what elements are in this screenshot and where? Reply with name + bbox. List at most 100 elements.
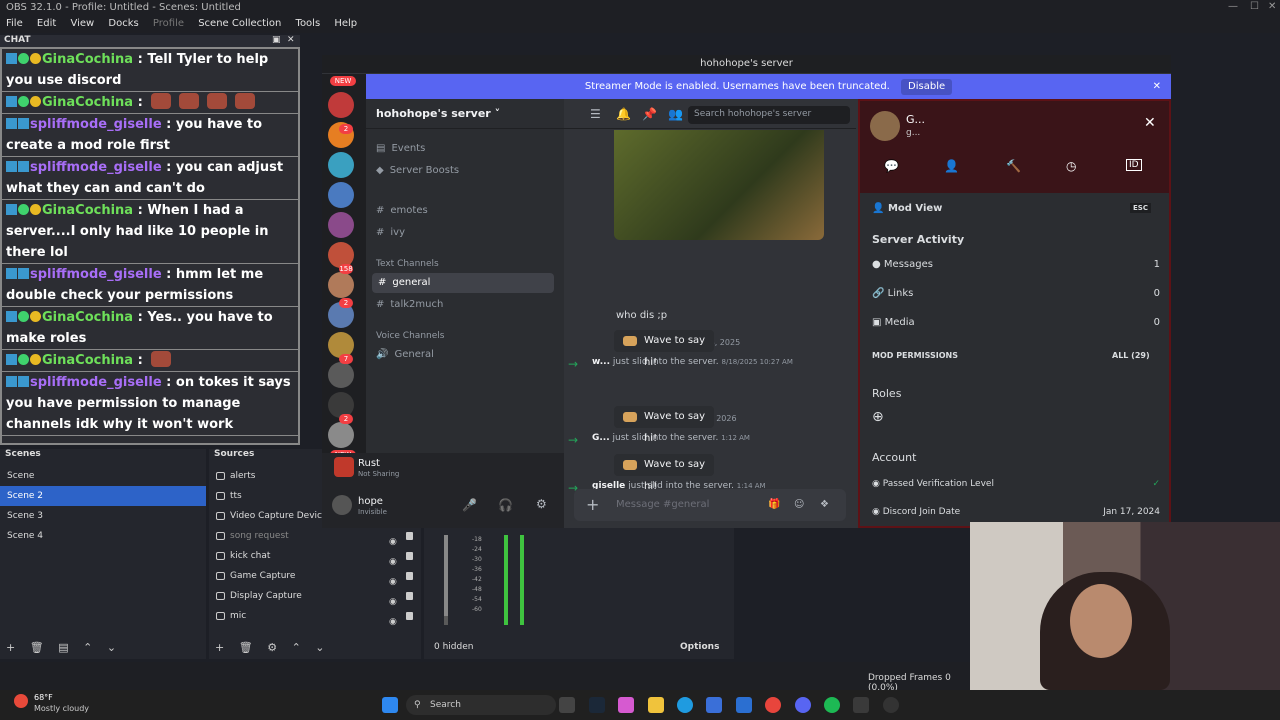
menu-file[interactable]: File xyxy=(6,18,23,29)
plus-icon[interactable]: + xyxy=(586,489,599,521)
microphone-icon[interactable]: 🎤 xyxy=(462,498,477,512)
eye-icon[interactable]: ◉ xyxy=(389,612,397,632)
headphones-icon[interactable]: 🎧 xyxy=(498,498,513,512)
mod-permissions-row[interactable]: MOD PERMISSIONS ALL (29) xyxy=(872,351,1150,360)
scene-item[interactable]: Scene 4 xyxy=(0,526,206,546)
server-name[interactable]: hohohope's server ˅ xyxy=(366,99,564,129)
apps-icon[interactable]: ❖ xyxy=(820,489,829,521)
server-icon[interactable] xyxy=(328,422,354,448)
avatar[interactable] xyxy=(870,111,900,141)
emoji-icon[interactable]: ☺ xyxy=(794,489,804,521)
mail-icon[interactable] xyxy=(736,697,752,713)
media-row[interactable]: ▣ Media 0 xyxy=(872,317,1160,328)
menu-tools[interactable]: Tools xyxy=(296,18,321,29)
move-up-button[interactable]: ⌃ xyxy=(83,641,92,654)
taskbar-search[interactable]: ⚲ Search xyxy=(406,695,556,715)
add-scene-button[interactable]: + xyxy=(6,641,15,654)
server-icon[interactable] xyxy=(328,182,354,208)
scene-item[interactable]: Scene xyxy=(0,466,206,486)
lock-icon[interactable] xyxy=(406,572,413,580)
image-attachment[interactable] xyxy=(614,130,824,240)
events-item[interactable]: ▤ Events xyxy=(376,143,425,154)
scene-item[interactable]: Scene 3 xyxy=(0,506,206,526)
app-icon[interactable] xyxy=(618,697,634,713)
chat-username[interactable]: spliffmode_giselle xyxy=(30,267,162,282)
voice-channel-general[interactable]: 🔊 General xyxy=(376,349,434,360)
remove-scene-button[interactable]: 🗑 xyxy=(30,641,44,654)
chat-username[interactable]: GinaCochina xyxy=(42,203,133,218)
edge-icon[interactable] xyxy=(677,697,693,713)
chat-username[interactable]: GinaCochina xyxy=(42,310,133,325)
settings-icon[interactable]: ⚙ xyxy=(536,497,547,511)
message-input[interactable]: + Message #general 🎁 ☺ ❖ xyxy=(574,489,846,521)
wave-button[interactable]: Wave to say hi! xyxy=(614,406,714,444)
source-item[interactable]: mic ◉ xyxy=(209,606,421,627)
discord-icon[interactable] xyxy=(795,697,811,713)
scene-item-selected[interactable]: Scene 2 xyxy=(0,486,206,506)
search-input[interactable]: Search hohohope's server xyxy=(688,106,850,124)
close-icon[interactable]: ✕ xyxy=(1144,115,1156,131)
source-item[interactable]: kick chat ◉ xyxy=(209,546,421,567)
menu-docks[interactable]: Docks xyxy=(108,18,138,29)
chat-username[interactable]: GinaCochina xyxy=(42,353,133,368)
chat-username[interactable]: spliffmode_giselle xyxy=(30,375,162,390)
lock-icon[interactable] xyxy=(406,612,413,620)
options-button[interactable]: Options xyxy=(680,642,719,652)
avatar[interactable] xyxy=(332,495,352,515)
channel-ivy[interactable]: # ivy xyxy=(376,227,405,238)
source-settings-button[interactable]: ⚙ xyxy=(267,641,277,654)
source-item[interactable]: Game Capture ◉ xyxy=(209,566,421,587)
channel-emotes[interactable]: # emotes xyxy=(376,205,428,216)
hammer-icon[interactable]: 🔨 xyxy=(1006,159,1021,173)
messages-row[interactable]: ● Messages 1 xyxy=(872,259,1160,270)
voice-category[interactable]: Voice Channels xyxy=(376,331,444,341)
move-up-button[interactable]: ⌃ xyxy=(292,641,301,654)
store-icon[interactable] xyxy=(706,697,722,713)
profile-icon[interactable]: 👤 xyxy=(944,159,959,173)
server-icon[interactable] xyxy=(328,212,354,238)
filters-button[interactable]: ▤ xyxy=(58,641,68,654)
chrome-icon[interactable] xyxy=(765,697,781,713)
channel-general[interactable]: # general xyxy=(372,273,554,293)
remove-source-button[interactable]: 🗑 xyxy=(239,641,253,654)
chat-username[interactable]: spliffmode_giselle xyxy=(30,160,162,175)
close-banner-icon[interactable]: ✕ xyxy=(1153,74,1161,99)
gift-icon[interactable]: 🎁 xyxy=(768,489,780,521)
chat-username[interactable]: GinaCochina xyxy=(42,52,133,67)
bell-icon[interactable]: 🔔 xyxy=(616,107,631,121)
members-icon[interactable]: 👥 xyxy=(668,107,683,121)
weather-icon[interactable] xyxy=(14,694,28,708)
file-explorer-icon[interactable] xyxy=(648,697,664,713)
lock-icon[interactable] xyxy=(406,532,413,540)
channel-talk2much[interactable]: # talk2much xyxy=(376,299,443,310)
lock-icon[interactable] xyxy=(406,552,413,560)
close-icon[interactable]: ✕ xyxy=(1268,1,1276,12)
chat-username[interactable]: spliffmode_giselle xyxy=(30,117,162,132)
source-item[interactable]: Display Capture ◉ xyxy=(209,586,421,607)
menu-help[interactable]: Help xyxy=(334,18,357,29)
spotify-icon[interactable] xyxy=(824,697,840,713)
menu-scene-collection[interactable]: Scene Collection xyxy=(198,18,281,29)
chat-username[interactable]: GinaCochina xyxy=(42,95,133,110)
server-icon[interactable] xyxy=(328,272,354,298)
minimize-icon[interactable]: — xyxy=(1228,1,1238,12)
steam-icon[interactable] xyxy=(589,697,605,713)
move-down-button[interactable]: ⌄ xyxy=(315,641,324,654)
close-dock-icon[interactable]: ✕ xyxy=(287,35,295,45)
wave-button[interactable]: Wave to say hi! xyxy=(614,330,714,368)
boosts-item[interactable]: ◆ Server Boosts xyxy=(376,165,459,176)
threads-icon[interactable]: ☰ xyxy=(590,107,601,121)
esc-key[interactable]: ESC xyxy=(1130,203,1151,213)
app-icon[interactable] xyxy=(853,697,869,713)
timeout-icon[interactable]: ◷ xyxy=(1066,159,1076,173)
add-source-button[interactable]: + xyxy=(215,641,224,654)
menu-edit[interactable]: Edit xyxy=(37,18,56,29)
disable-button[interactable]: Disable xyxy=(901,79,953,95)
message-icon[interactable]: 💬 xyxy=(884,159,899,173)
server-icon[interactable] xyxy=(328,152,354,178)
pin-icon[interactable]: 📌 xyxy=(642,107,657,121)
add-role-icon[interactable]: ⊕ xyxy=(872,409,884,425)
text-category[interactable]: Text Channels xyxy=(376,259,439,269)
id-icon[interactable]: ID xyxy=(1126,159,1142,171)
undock-icon[interactable]: ▣ xyxy=(272,35,281,45)
